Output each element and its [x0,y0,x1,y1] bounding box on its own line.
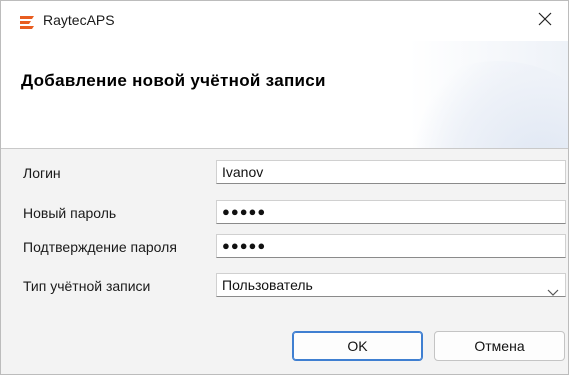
chevron-down-icon [547,281,559,296]
header-separator [1,148,568,149]
new-password-row: Новый пароль ●●●●● [1,200,568,226]
cancel-button[interactable]: Отмена [434,331,565,361]
new-password-label: Новый пароль [23,205,117,221]
dialog-header: Добавление новой учётной записи [1,41,568,148]
dialog-window: RaytecAPS Добавление новой учётной запис… [0,0,569,375]
header-decoration [388,61,568,148]
confirm-password-input[interactable]: ●●●●● [216,234,566,258]
confirm-password-label: Подтверждение пароля [23,239,177,255]
ok-button[interactable]: OK [292,331,423,361]
raytec-logo-icon [19,14,35,30]
close-button[interactable] [522,1,568,41]
account-type-select[interactable]: Пользователь [216,273,566,297]
new-password-input[interactable]: ●●●●● [216,200,566,224]
login-label: Логин [23,165,61,181]
window-title: RaytecAPS [43,12,115,28]
title-bar: RaytecAPS [1,1,568,41]
close-icon [538,12,552,31]
dialog-heading: Добавление новой учётной записи [21,71,326,90]
login-input[interactable] [216,160,566,184]
confirm-password-row: Подтверждение пароля ●●●●● [1,234,568,260]
login-row: Логин [1,160,568,186]
account-type-value: Пользователь [222,277,313,293]
account-type-label: Тип учётной записи [23,278,151,294]
account-type-row: Тип учётной записи Пользователь [1,273,568,299]
